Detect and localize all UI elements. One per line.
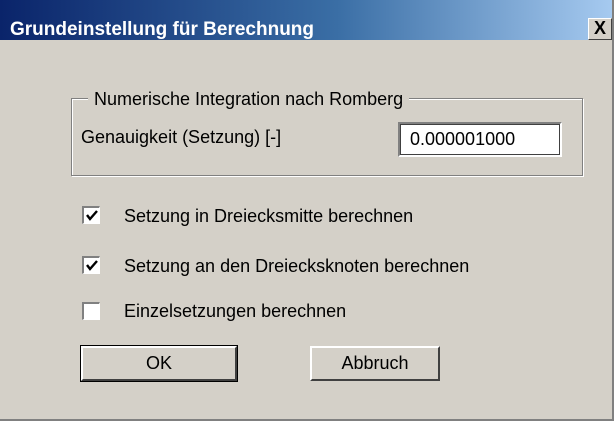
checkbox-nodes[interactable] [82,256,100,274]
ok-button[interactable]: OK [80,345,238,382]
accuracy-input[interactable]: 0.000001000 [398,122,562,157]
cancel-button[interactable]: Abbruch [310,346,440,381]
checkmark-icon [86,210,98,221]
checkbox-single-label[interactable]: Einzelsetzungen berechnen [124,301,346,321]
dialog-title: Grundeinstellung für Berechnung [10,19,315,40]
checkbox-center-label[interactable]: Setzung in Dreiecksmitte berechnen [124,206,413,226]
checkbox-center[interactable] [82,206,100,224]
accuracy-label: Genauigkeit (Setzung) [-] [81,127,282,147]
checkbox-nodes-label[interactable]: Setzung an den Dreiecksknoten berechnen [124,256,469,276]
groupbox-legend: Numerische Integration nach Romberg [88,89,410,109]
checkmark-icon [86,260,98,271]
title-bar[interactable]: Grundeinstellung für Berechnung X [0,0,612,40]
settings-dialog: Grundeinstellung für Berechnung X Numeri… [0,0,614,421]
close-button[interactable]: X [588,18,612,40]
checkbox-single[interactable] [82,302,100,320]
close-icon: X [593,18,606,38]
